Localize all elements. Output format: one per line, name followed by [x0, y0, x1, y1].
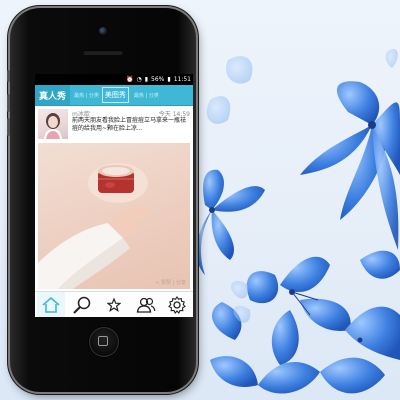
- bottom-nav: [35, 291, 193, 317]
- tab-label: 真人秀: [39, 91, 67, 102]
- tab-show-real[interactable]: 真人秀: [35, 85, 71, 105]
- nav-home[interactable]: [36, 292, 65, 317]
- signal-icon: ▮: [144, 76, 149, 83]
- alarm-icon: ⏰: [126, 76, 134, 83]
- flower-medium: [196, 169, 265, 275]
- tab-hot-category-1[interactable]: 最热 | 分类: [70, 85, 101, 105]
- phone-frame: ⏰ ◔ ▮ 56% ▮ 11:51 真人秀 最热 | 分类 美图秀 最热 | 分…: [7, 8, 196, 392]
- tab-beauty-photos[interactable]: 美图秀: [101, 87, 129, 103]
- app-screen: ⏰ ◔ ▮ 56% ▮ 11:51 真人秀 最热 | 分类 美图秀 最热 | 分…: [35, 74, 193, 317]
- tab-sub-label: 最热 | 分类: [74, 92, 99, 99]
- search-icon: [73, 296, 91, 314]
- avatar[interactable]: [38, 109, 68, 139]
- tab-bar: 真人秀 最热 | 分类 美图秀 最热 | 分类: [35, 85, 193, 106]
- post-text: 前两天朋友看我脸上冒痘痘立马拿来一瓶祛痘的给我用~颗在脸上凉...: [72, 117, 187, 132]
- star-icon: [106, 297, 121, 312]
- nav-friends[interactable]: [132, 292, 160, 317]
- home-icon: [42, 296, 60, 313]
- battery-percent: 56%: [151, 76, 165, 83]
- gear-icon: [168, 295, 187, 314]
- post-image[interactable]: ∞ 赞赞 | 分享: [38, 143, 190, 289]
- tab-label: 美图秀: [104, 91, 126, 99]
- battery-icon: ▮: [167, 76, 171, 83]
- mute-switch: [7, 70, 10, 82]
- clock: 11:51: [173, 76, 191, 83]
- post-actions-label: ∞ 赞赞 | 分享: [155, 280, 186, 286]
- volume-up-button: [7, 94, 10, 112]
- post-header[interactable]: m冰歆 今天 14:59 前两天朋友看我脸上冒痘痘立马拿来一瓶祛痘的给我用~颗在…: [35, 106, 193, 146]
- tab-sub-label: 最热 | 分类: [133, 92, 159, 99]
- home-button-icon: [98, 336, 108, 346]
- flower-cluster: [210, 250, 400, 394]
- tab-hot-category-2[interactable]: 最热 | 分类: [130, 85, 161, 105]
- flower-large: [300, 81, 400, 250]
- nav-favorites[interactable]: [100, 292, 128, 317]
- earpiece-speaker: [83, 50, 123, 55]
- wifi-icon: ◔: [136, 76, 142, 83]
- front-camera: [99, 27, 107, 35]
- nav-settings[interactable]: [163, 292, 191, 317]
- nav-search[interactable]: [68, 292, 96, 317]
- users-icon: [136, 297, 155, 313]
- volume-down-button: [7, 118, 10, 136]
- status-bar: ⏰ ◔ ▮ 56% ▮ 11:51: [35, 74, 193, 85]
